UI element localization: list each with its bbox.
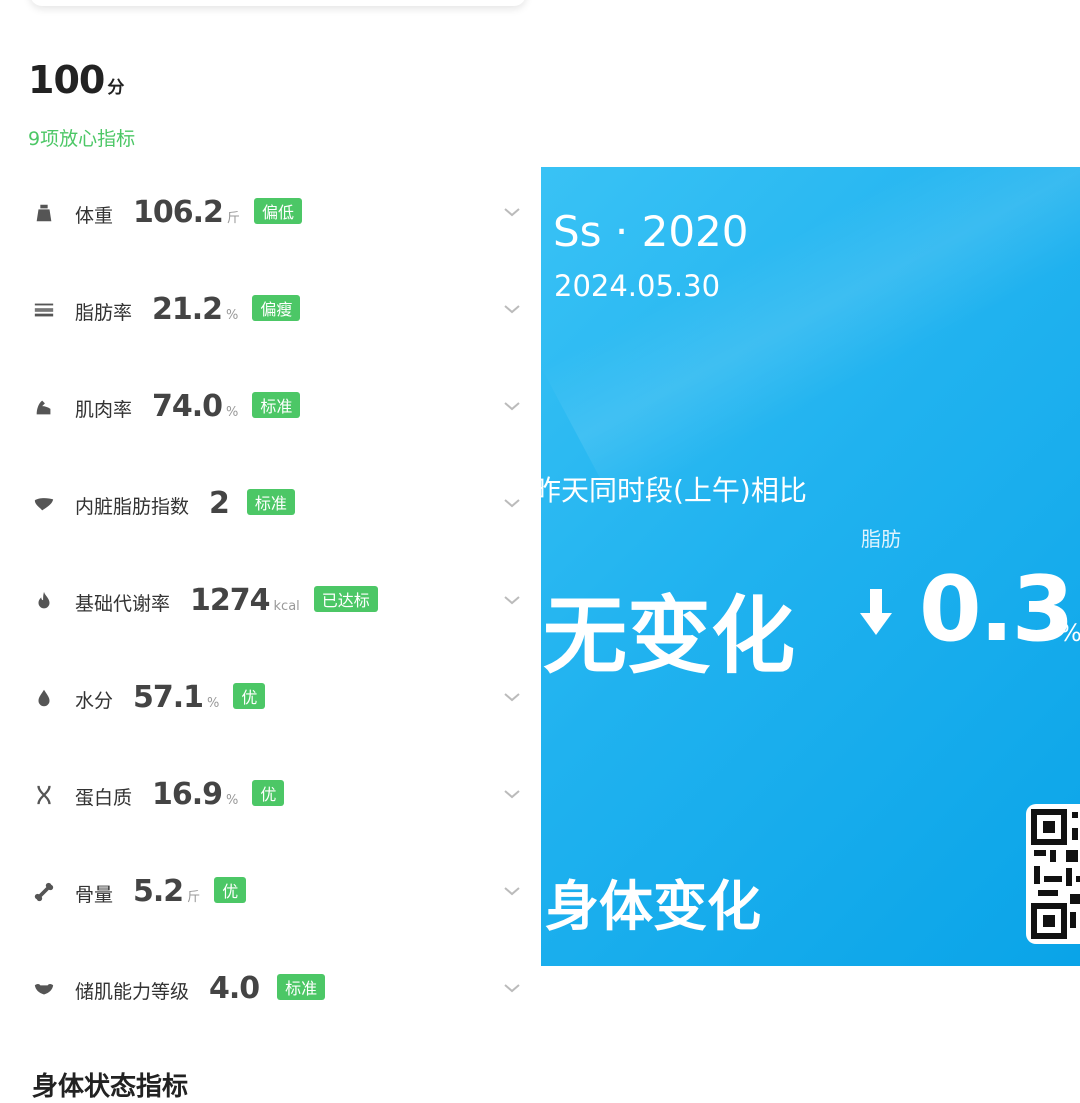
metric-value: 16.9 — [152, 777, 223, 812]
status-badge: 偏瘦 — [252, 295, 301, 321]
metric-name: 基础代谢率 — [75, 593, 171, 615]
metric-value: 106.2 — [133, 195, 224, 230]
score-value: 100 — [28, 58, 105, 102]
metric-row-bone[interactable]: 骨量 5.2 斤 优 — [0, 843, 540, 940]
metric-unit: % — [226, 405, 239, 420]
fat-delta-unit: % — [1059, 619, 1080, 647]
metric-row-body-fat[interactable]: 脂肪率 21.2 % 偏瘦 — [0, 261, 540, 358]
reassuring-metrics-count: 9项放心指标 — [28, 128, 136, 150]
bone-icon — [32, 880, 56, 904]
metric-name: 储肌能力等级 — [75, 981, 190, 1003]
arrow-down-icon — [860, 589, 892, 635]
chevron-down-icon[interactable] — [502, 784, 522, 804]
metric-unit: % — [226, 793, 239, 808]
qr-code-pattern — [1031, 809, 1080, 939]
status-badge: 已达标 — [313, 586, 378, 612]
status-badge: 优 — [252, 780, 285, 806]
metric-name: 骨量 — [75, 884, 114, 906]
metric-value: 57.1 — [133, 680, 204, 715]
status-badge: 优 — [233, 683, 266, 709]
chevron-down-icon[interactable] — [502, 299, 522, 319]
fat-label: 脂肪 — [861, 527, 901, 551]
score: 100 分 — [28, 58, 124, 102]
card-date: 2024.05.30 — [554, 269, 721, 303]
chevron-down-icon[interactable] — [502, 881, 522, 901]
score-unit: 分 — [107, 78, 125, 98]
metric-value: 74.0 — [152, 389, 223, 424]
metric-row-muscle-storage[interactable]: 储肌能力等级 4.0 标准 — [0, 940, 540, 1037]
chevron-down-icon[interactable] — [502, 396, 522, 416]
body-change-title: 身体变化 — [545, 875, 761, 938]
metric-unit: kcal — [273, 599, 300, 614]
metric-row-protein[interactable]: 蛋白质 16.9 % 优 — [0, 746, 540, 843]
metric-unit: % — [226, 308, 239, 323]
metric-name: 内脏脂肪指数 — [75, 496, 190, 518]
comparison-text: 昨天同时段(上午)相比 — [541, 474, 807, 507]
metric-value: 2 — [209, 486, 230, 521]
metric-name: 脂肪率 — [75, 302, 133, 324]
muscle-icon — [32, 395, 56, 419]
top-card — [30, 0, 526, 6]
fat-delta-value: 0.3 — [919, 557, 1074, 662]
metric-row-water[interactable]: 水分 57.1 % 优 — [0, 649, 540, 746]
status-badge: 标准 — [277, 974, 326, 1000]
weight-icon — [32, 201, 56, 225]
muscle-storage-icon — [32, 977, 56, 1001]
chevron-down-icon[interactable] — [502, 978, 522, 998]
metric-list: 体重 106.2 斤 偏低 脂肪率 21.2 % 偏瘦 肌肉率 74.0 % 标… — [0, 164, 540, 1037]
water-drop-icon — [32, 686, 56, 710]
metric-name: 蛋白质 — [75, 787, 133, 809]
metric-value: 1274 — [190, 583, 270, 618]
status-badge: 偏低 — [253, 198, 302, 224]
metric-row-muscle[interactable]: 肌肉率 74.0 % 标准 — [0, 358, 540, 455]
section-title-body-status: 身体状态指标 — [32, 1072, 189, 1102]
body-fat-icon — [32, 298, 56, 322]
status-badge: 标准 — [252, 392, 301, 418]
metric-name: 体重 — [75, 205, 114, 227]
metric-name: 水分 — [75, 690, 114, 712]
liver-icon — [32, 492, 56, 516]
metric-row-weight[interactable]: 体重 106.2 斤 偏低 — [0, 164, 540, 261]
chevron-down-icon[interactable] — [502, 493, 522, 513]
dna-icon — [32, 783, 56, 807]
status-badge: 优 — [214, 877, 247, 903]
chevron-down-icon[interactable] — [502, 590, 522, 610]
metric-value: 21.2 — [152, 292, 223, 327]
chevron-down-icon[interactable] — [502, 202, 522, 222]
metric-unit: 斤 — [187, 890, 201, 905]
body-change-share-card: Ss · 2020 2024.05.30 昨天同时段(上午)相比 脂肪 无变化 … — [541, 167, 1080, 966]
status-badge: 标准 — [246, 489, 295, 515]
metric-name: 肌肉率 — [75, 399, 133, 421]
metric-row-bmr[interactable]: 基础代谢率 1274 kcal 已达标 — [0, 552, 540, 649]
metric-value: 5.2 — [133, 874, 184, 909]
metric-value: 4.0 — [209, 971, 260, 1006]
chevron-down-icon[interactable] — [502, 687, 522, 707]
metric-row-visceral-fat[interactable]: 内脏脂肪指数 2 标准 — [0, 455, 540, 552]
no-change-text: 无变化 — [543, 587, 796, 685]
card-username: Ss · 2020 — [553, 207, 749, 256]
qr-code[interactable] — [1026, 804, 1080, 944]
metric-unit: % — [207, 696, 220, 711]
metric-unit: 斤 — [226, 211, 240, 226]
flame-icon — [32, 589, 56, 613]
